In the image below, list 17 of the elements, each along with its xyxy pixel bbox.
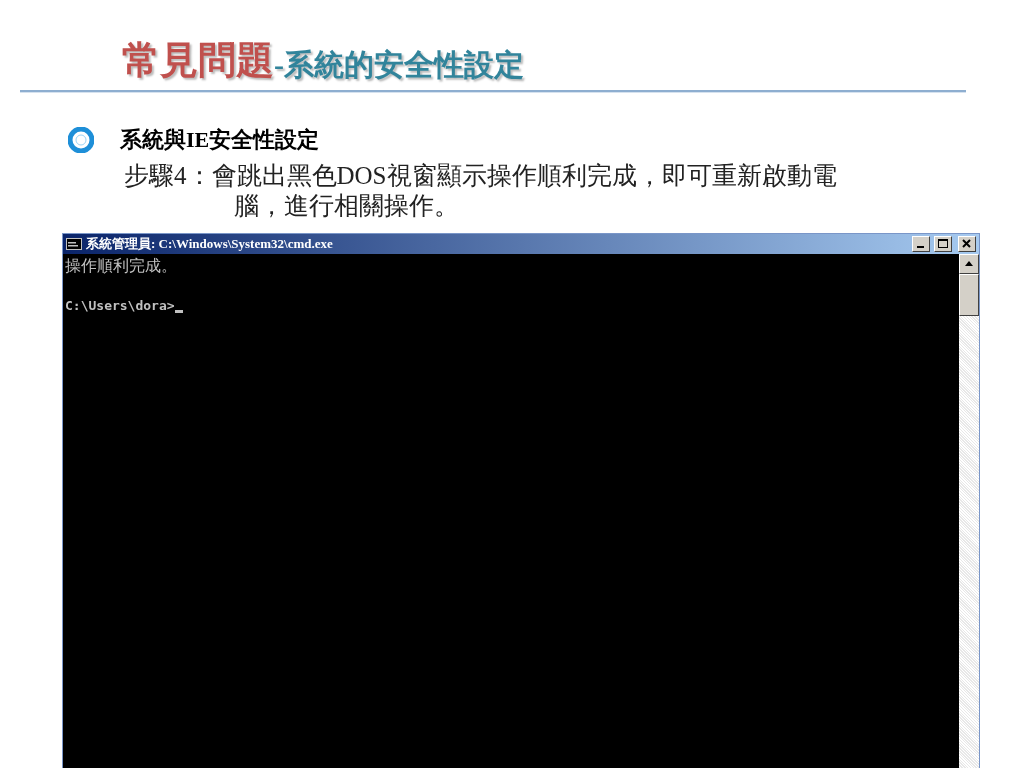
maximize-button[interactable] bbox=[934, 236, 952, 252]
slide-title: 常見問題 bbox=[122, 38, 274, 83]
step-label: 步驟4： bbox=[124, 161, 212, 191]
minimize-button[interactable] bbox=[912, 236, 930, 252]
window-title: 系統管理員: C:\Windows\System32\cmd.exe bbox=[86, 235, 334, 253]
slide-subtitle: -系統的安全性設定 bbox=[274, 47, 524, 83]
console-prompt: C:\Users\dora> bbox=[65, 297, 175, 315]
cursor-icon bbox=[174, 310, 183, 313]
bullet-heading: 系統與IE安全性設定 bbox=[120, 126, 320, 154]
console-icon bbox=[66, 238, 82, 250]
scrollbar-thumb[interactable] bbox=[959, 274, 979, 316]
console-output: 操作順利完成。 bbox=[65, 256, 178, 276]
close-button[interactable] bbox=[958, 236, 976, 252]
ring-bullet-icon bbox=[68, 127, 94, 153]
scroll-up-button[interactable] bbox=[959, 254, 979, 274]
step-text: 會跳出黑色DOS視窗顯示操作順利完成，即可重新啟動電 bbox=[211, 161, 837, 191]
step-text: 腦，進行相關操作。 bbox=[232, 191, 460, 221]
